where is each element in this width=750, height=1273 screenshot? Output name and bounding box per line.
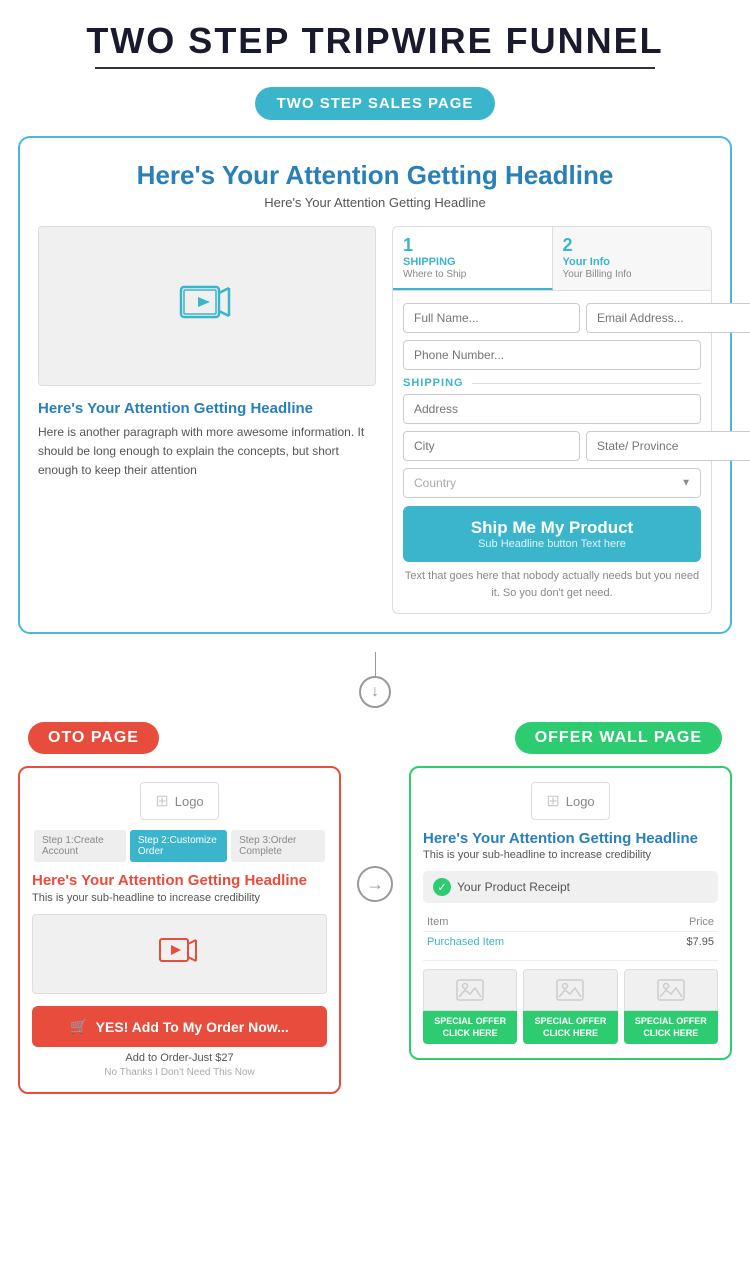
check-icon: ✓: [433, 878, 451, 896]
sales-form: 1 SHIPPING Where to Ship 2 Your Info You…: [392, 226, 712, 614]
special-offer-1: SPECIAL OFFER CLICK HERE: [423, 969, 517, 1044]
offer-wall-label: OFFER WALL PAGE: [515, 722, 722, 754]
form-body: SHIPPING Country ▼ Ship Me My Product: [392, 291, 712, 614]
country-wrapper: Country ▼: [403, 468, 701, 498]
sales-left: Here's Your Attention Getting Headline H…: [38, 226, 376, 614]
oto-video-icon: [157, 937, 202, 971]
address-input[interactable]: [403, 394, 701, 424]
sales-left-text: Here is another paragraph with more awes…: [38, 423, 376, 481]
oto-logo-area: ⊞ Logo: [140, 782, 218, 820]
arrow-connector: ↓: [0, 652, 750, 708]
cart-icon: 🛒: [70, 1018, 87, 1035]
image-placeholder-icon: [456, 979, 484, 1001]
receipt-label-text: Your Product Receipt: [457, 880, 570, 894]
tab1-title: SHIPPING: [403, 256, 542, 268]
form-tabs: 1 SHIPPING Where to Ship 2 Your Info You…: [392, 226, 712, 291]
special-offer-1-btn[interactable]: SPECIAL OFFER CLICK HERE: [423, 1011, 517, 1044]
email-input[interactable]: [586, 303, 750, 333]
oto-headline: Here's Your Attention Getting Headline: [32, 872, 327, 889]
city-input[interactable]: [403, 431, 580, 461]
oto-box: ⊞ Logo Step 1:Create Account Step 2:Cust…: [18, 766, 341, 1094]
form-row-city: [403, 431, 701, 461]
tab2-title: Your Info: [563, 256, 702, 268]
ship-btn-text: Ship Me My Product: [471, 518, 633, 537]
tab1-sub: Where to Ship: [403, 269, 466, 280]
oto-button[interactable]: 🛒 YES! Add To My Order Now...: [32, 1006, 327, 1047]
bottom-boxes: ⊞ Logo Step 1:Create Account Step 2:Cust…: [0, 766, 750, 1094]
title-underline: [95, 67, 655, 69]
steps-bar: Step 1:Create Account Step 2:Customize O…: [32, 830, 327, 862]
form-tab-shipping[interactable]: 1 SHIPPING Where to Ship: [393, 227, 553, 290]
video-placeholder: [38, 226, 376, 386]
shipping-label: SHIPPING: [403, 377, 701, 389]
form-row-2: [403, 340, 701, 370]
special-offer-3-image: [624, 969, 718, 1011]
image-placeholder-icon-2: [556, 979, 584, 1001]
ow-logo-area: ⊞ Logo: [531, 782, 609, 820]
step-3: Step 3:Order Complete: [231, 830, 325, 862]
phone-input[interactable]: [403, 340, 701, 370]
oto-video-placeholder: [32, 914, 327, 994]
sales-left-headline: Here's Your Attention Getting Headline: [38, 400, 376, 417]
bottom-labels: OTO PAGE OFFER WALL PAGE: [0, 722, 750, 754]
table-row: Purchased Item $7.95: [423, 932, 718, 953]
special-offer-2-image: [523, 969, 617, 1011]
oto-label: OTO PAGE: [28, 722, 159, 754]
offer-wall-box: ⊞ Logo Here's Your Attention Getting Hea…: [409, 766, 732, 1060]
tab2-sub: Your Billing Info: [563, 269, 632, 280]
step-1: Step 1:Create Account: [34, 830, 126, 862]
ow-logo-text: Logo: [566, 794, 595, 809]
sales-content: Here's Your Attention Getting Headline H…: [38, 226, 712, 614]
form-tab-info[interactable]: 2 Your Info Your Billing Info: [553, 227, 712, 290]
ow-image-icon: ⊞: [546, 791, 559, 811]
tab2-number: 2: [563, 235, 573, 255]
sales-page-label: TWO STEP SALES PAGE: [255, 87, 495, 120]
form-footer-text: Text that goes here that nobody actually…: [403, 568, 701, 601]
image-icon: ⊞: [155, 791, 168, 811]
special-offer-1-image: [423, 969, 517, 1011]
ship-btn-sub: Sub Headline button Text here: [415, 538, 689, 550]
table-row-item: Purchased Item: [423, 932, 631, 953]
receipt-table: Item Price Purchased Item $7.95: [423, 913, 718, 952]
video-icon: [177, 284, 237, 329]
down-arrow-icon: ↓: [359, 676, 391, 708]
form-row-address: [403, 394, 701, 424]
country-select[interactable]: Country: [403, 468, 701, 498]
sales-page-subheadline: Here's Your Attention Getting Headline: [38, 195, 712, 210]
state-input[interactable]: [586, 431, 750, 461]
special-offers: SPECIAL OFFER CLICK HERE SPECIAL OFFER C…: [423, 969, 718, 1044]
ow-subheadline: This is your sub-headline to increase cr…: [423, 849, 718, 861]
right-arrow-icon: →: [357, 866, 393, 902]
table-col-item: Item: [423, 913, 631, 932]
receipt-label: ✓ Your Product Receipt: [423, 871, 718, 903]
main-title: TWO STEP TRIPWIRE FUNNEL: [0, 0, 750, 67]
arrow-line: [375, 652, 376, 676]
special-offer-3-btn[interactable]: SPECIAL OFFER CLICK HERE: [624, 1011, 718, 1044]
oto-btn-sub: Add to Order-Just $27: [32, 1052, 327, 1064]
special-offer-2-btn[interactable]: SPECIAL OFFER CLICK HERE: [523, 1011, 617, 1044]
special-offer-3: SPECIAL OFFER CLICK HERE: [624, 969, 718, 1044]
table-col-price: Price: [631, 913, 718, 932]
oto-btn-text: YES! Add To My Order Now...: [96, 1019, 289, 1035]
oto-logo-text: Logo: [175, 794, 204, 809]
receipt-divider: [423, 960, 718, 961]
ship-button[interactable]: Ship Me My Product Sub Headline button T…: [403, 506, 701, 562]
table-row-price: $7.95: [631, 932, 718, 953]
oto-subheadline: This is your sub-headline to increase cr…: [32, 892, 327, 904]
special-offer-2: SPECIAL OFFER CLICK HERE: [523, 969, 617, 1044]
oto-no-thanks[interactable]: No Thanks I Don't Need This Now: [32, 1067, 327, 1078]
image-placeholder-icon-3: [657, 979, 685, 1001]
ow-headline: Here's Your Attention Getting Headline: [423, 830, 718, 847]
tab1-number: 1: [403, 235, 413, 255]
sales-page-box: Here's Your Attention Getting Headline H…: [18, 136, 732, 634]
step-2: Step 2:Customize Order: [130, 830, 227, 862]
form-row-1: [403, 303, 701, 333]
full-name-input[interactable]: [403, 303, 580, 333]
boxes-arrow: →: [357, 766, 393, 902]
sales-page-headline: Here's Your Attention Getting Headline: [38, 160, 712, 191]
